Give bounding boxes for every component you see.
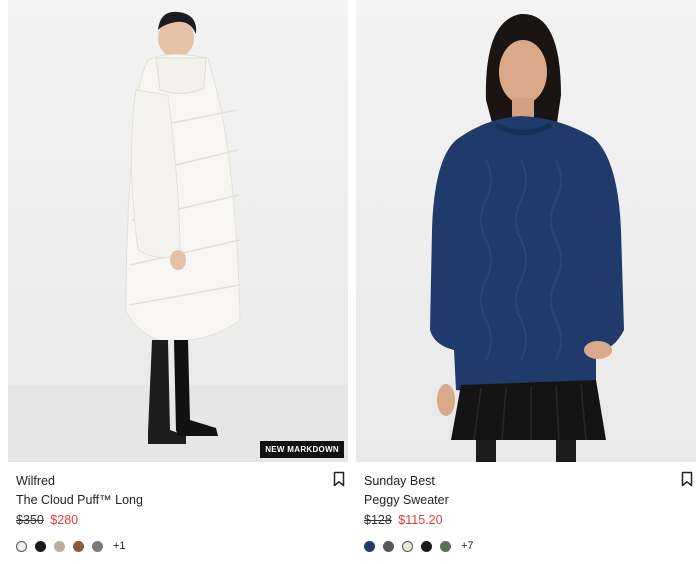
more-colors-link[interactable]: +7 [461,540,474,552]
sale-price: $115.20 [398,513,443,527]
color-swatch[interactable] [54,540,65,552]
color-swatch[interactable] [16,540,27,552]
color-swatch[interactable] [364,540,375,552]
product-brand[interactable]: Sunday Best [364,472,696,490]
color-swatch[interactable] [440,540,451,552]
new-markdown-badge: NEW MARKDOWN [260,441,344,458]
original-price: $350 [16,513,44,527]
model-coat-illustration [8,11,348,462]
more-colors-link[interactable]: +1 [113,540,126,552]
product-card-cloud-puff[interactable]: NEW MARKDOWN Wilfred The Cloud Puff™ Lon… [8,0,348,554]
product-brand[interactable]: Wilfred [16,472,348,490]
product-info: Wilfred The Cloud Puff™ Long $350 $280 +… [8,462,348,554]
color-swatch[interactable] [383,540,394,552]
product-card-peggy-sweater[interactable]: Sunday Best Peggy Sweater $128 $115.20 +… [356,0,696,554]
product-name[interactable]: Peggy Sweater [364,490,696,510]
bookmark-icon[interactable] [332,471,346,487]
color-swatch[interactable] [402,540,413,552]
sale-price: $280 [50,513,79,527]
product-image[interactable]: NEW MARKDOWN [8,0,348,462]
product-info: Sunday Best Peggy Sweater $128 $115.20 +… [356,462,696,554]
color-swatches: +7 [364,538,696,554]
product-image[interactable] [356,0,696,462]
product-name[interactable]: The Cloud Puff™ Long [16,490,348,510]
product-price: $128 $115.20 [364,510,696,530]
color-swatch[interactable] [421,540,432,552]
color-swatch[interactable] [35,540,46,552]
product-price: $350 $280 [16,510,348,530]
color-swatch[interactable] [92,540,103,552]
model-sweater-illustration [430,13,624,462]
color-swatches: +1 [16,538,348,554]
color-swatch[interactable] [73,540,84,552]
bookmark-icon[interactable] [680,471,694,487]
original-price: $128 [364,513,392,527]
